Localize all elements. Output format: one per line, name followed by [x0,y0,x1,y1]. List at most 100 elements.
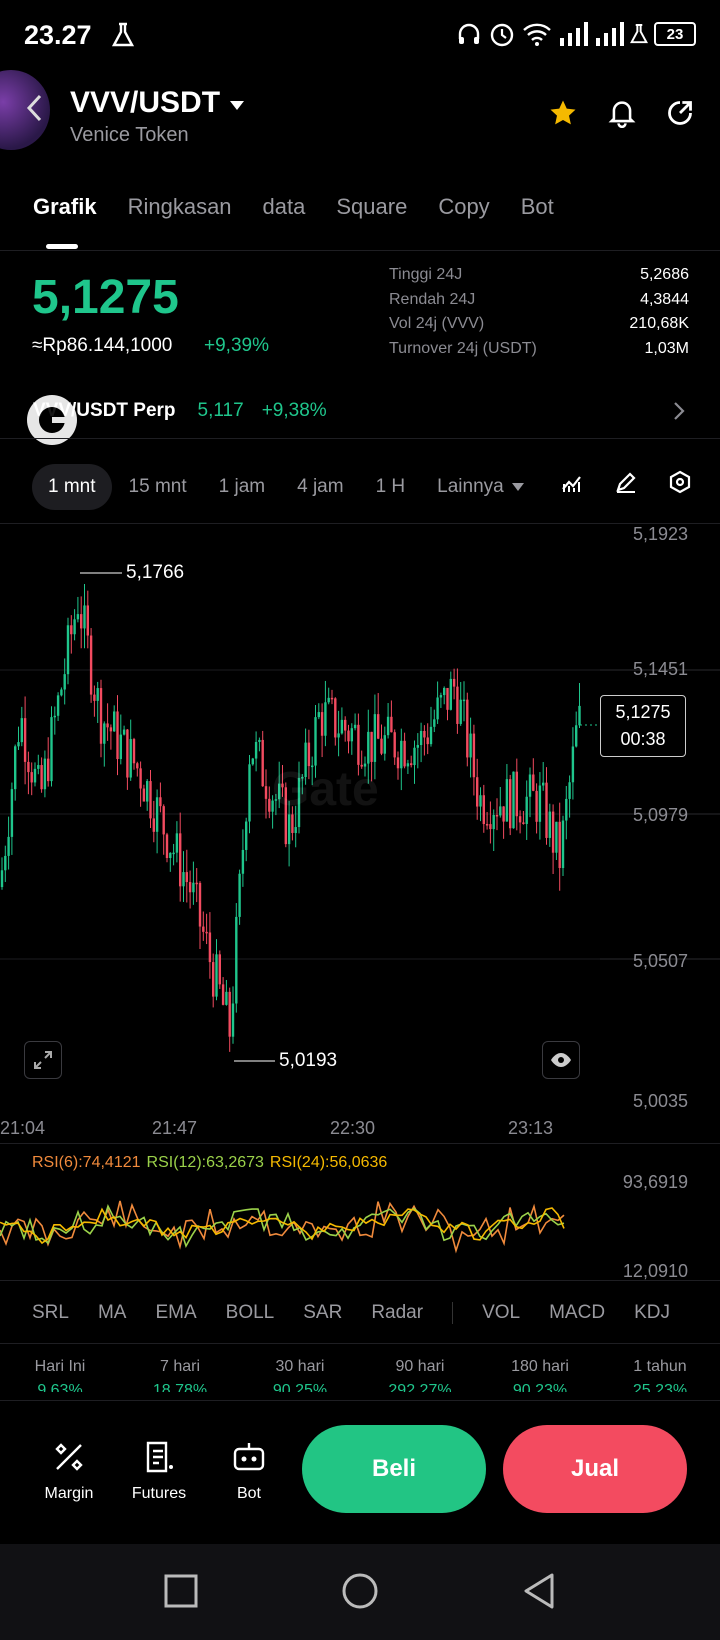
candle-body [83,605,86,629]
tab-ringkasan[interactable]: Ringkasan [128,194,232,220]
interval-1m[interactable]: 1 mnt [32,464,112,510]
candle-body [532,774,535,791]
visibility-button[interactable] [542,1041,580,1079]
stat-label: Tinggi 24J [389,266,463,283]
current-price-value: 5,1275 [615,702,671,722]
price-change: +9,39% [204,335,269,356]
interval-15m[interactable]: 15 mnt [129,476,187,498]
rsi24-label: RSI(24):56,0636 [269,1154,388,1171]
candle-body [413,747,416,766]
candle-body [122,729,126,735]
candle-body [317,712,320,718]
tab-data[interactable]: data [263,194,306,220]
candle-body [231,1003,235,1037]
candle-body [195,882,198,885]
candle-body [99,688,103,744]
star-icon[interactable] [548,98,578,128]
candle-body [4,855,7,871]
candle-body [571,746,575,783]
tab-bot[interactable]: Bot [521,194,554,220]
back-arrow-icon[interactable] [24,92,44,124]
indicator-srl[interactable]: SRL [32,1302,69,1324]
candle-body [149,781,152,819]
stat-value: 210,68K [629,315,689,332]
tab-square[interactable]: Square [336,194,407,220]
candle-body [509,779,512,829]
fiat-price: ≈Rp86.144,1000 [32,335,173,356]
futures-button[interactable]: Futures [124,1437,194,1503]
candle-body [377,714,380,739]
interval-more[interactable]: Lainnya [437,476,524,498]
candle-body [433,719,436,727]
home-icon[interactable] [341,1572,379,1610]
candle-body [383,735,386,754]
share-icon[interactable] [666,99,694,127]
interval-1d[interactable]: 1 H [376,476,406,498]
indicator-macd[interactable]: MACD [549,1302,605,1324]
bot-button[interactable]: Bot [214,1437,284,1503]
perp-row[interactable]: VVV/USDT Perp 5,117 +9,38% [33,400,327,422]
candle-body [479,795,482,807]
candle-body [192,882,195,893]
candle-body [169,852,172,859]
candle-body [439,695,443,698]
header-actions [548,98,694,128]
candle-body [548,811,551,838]
indicator-vol[interactable]: VOL [482,1302,520,1324]
eye-icon [551,1053,571,1067]
indicator-ma[interactable]: MA [98,1302,127,1324]
indicator-icon[interactable] [560,470,584,494]
indicator-radar[interactable]: Radar [371,1302,423,1324]
candle-body [380,738,383,754]
buy-button[interactable]: Beli [302,1425,486,1513]
interval-bar: 1 mnt 15 mnt 1 jam 4 jam 1 H Lainnya [32,464,556,510]
sell-button[interactable]: Jual [503,1425,687,1513]
chevron-right-icon[interactable] [672,400,686,422]
tab-copy[interactable]: Copy [438,194,489,220]
candle-body [512,771,515,829]
indicator-ema[interactable]: EMA [155,1302,196,1324]
last-price: 5,1275 [32,271,179,324]
candle-body [245,821,248,850]
interval-1h[interactable]: 1 jam [219,476,265,498]
indicator-boll[interactable]: BOLL [226,1302,275,1324]
candle-body [344,719,347,731]
indicator-sar[interactable]: SAR [303,1302,342,1324]
period-label: Hari Ini [34,1358,86,1375]
candle-body [452,678,456,687]
futures-icon [146,1441,173,1473]
tabs-divider [0,250,720,251]
indicator-kdj[interactable]: KDJ [634,1302,670,1324]
period-item: 30 hari 90,25% [240,1358,360,1392]
rsi-bottom-label: 12,0910 [622,1261,688,1281]
candle-body [320,712,324,736]
pair-selector[interactable]: VVV/USDT [70,86,245,120]
settings-icon[interactable] [668,470,692,494]
candle-body [393,732,396,758]
recents-icon[interactable] [164,1574,198,1608]
back-icon[interactable] [522,1572,556,1610]
x-tick: 21:47 [152,1118,198,1138]
period-label: 1 tahun [633,1358,687,1375]
candle-body [545,782,548,838]
fullscreen-button[interactable] [24,1041,62,1079]
candle-body [489,824,492,830]
candle-body [27,761,30,773]
candle-body [528,774,532,797]
candle-body [172,852,175,855]
candle-body [86,605,89,636]
y-tick: 5,0979 [632,805,688,825]
battery-icon: 23 [654,22,696,46]
margin-button[interactable]: Margin [34,1437,104,1503]
bell-icon[interactable] [608,98,636,128]
tab-grafik[interactable]: Grafik [33,194,97,249]
candle-body [538,785,542,822]
y-tick: 5,0507 [632,951,688,971]
pencil-icon[interactable] [614,470,638,494]
candle-body [251,758,254,765]
candle-body [119,734,122,760]
candle-body [386,716,390,736]
flask-icon [112,22,134,47]
interval-4h[interactable]: 4 jam [297,476,343,498]
rsi-divider [0,1143,720,1144]
